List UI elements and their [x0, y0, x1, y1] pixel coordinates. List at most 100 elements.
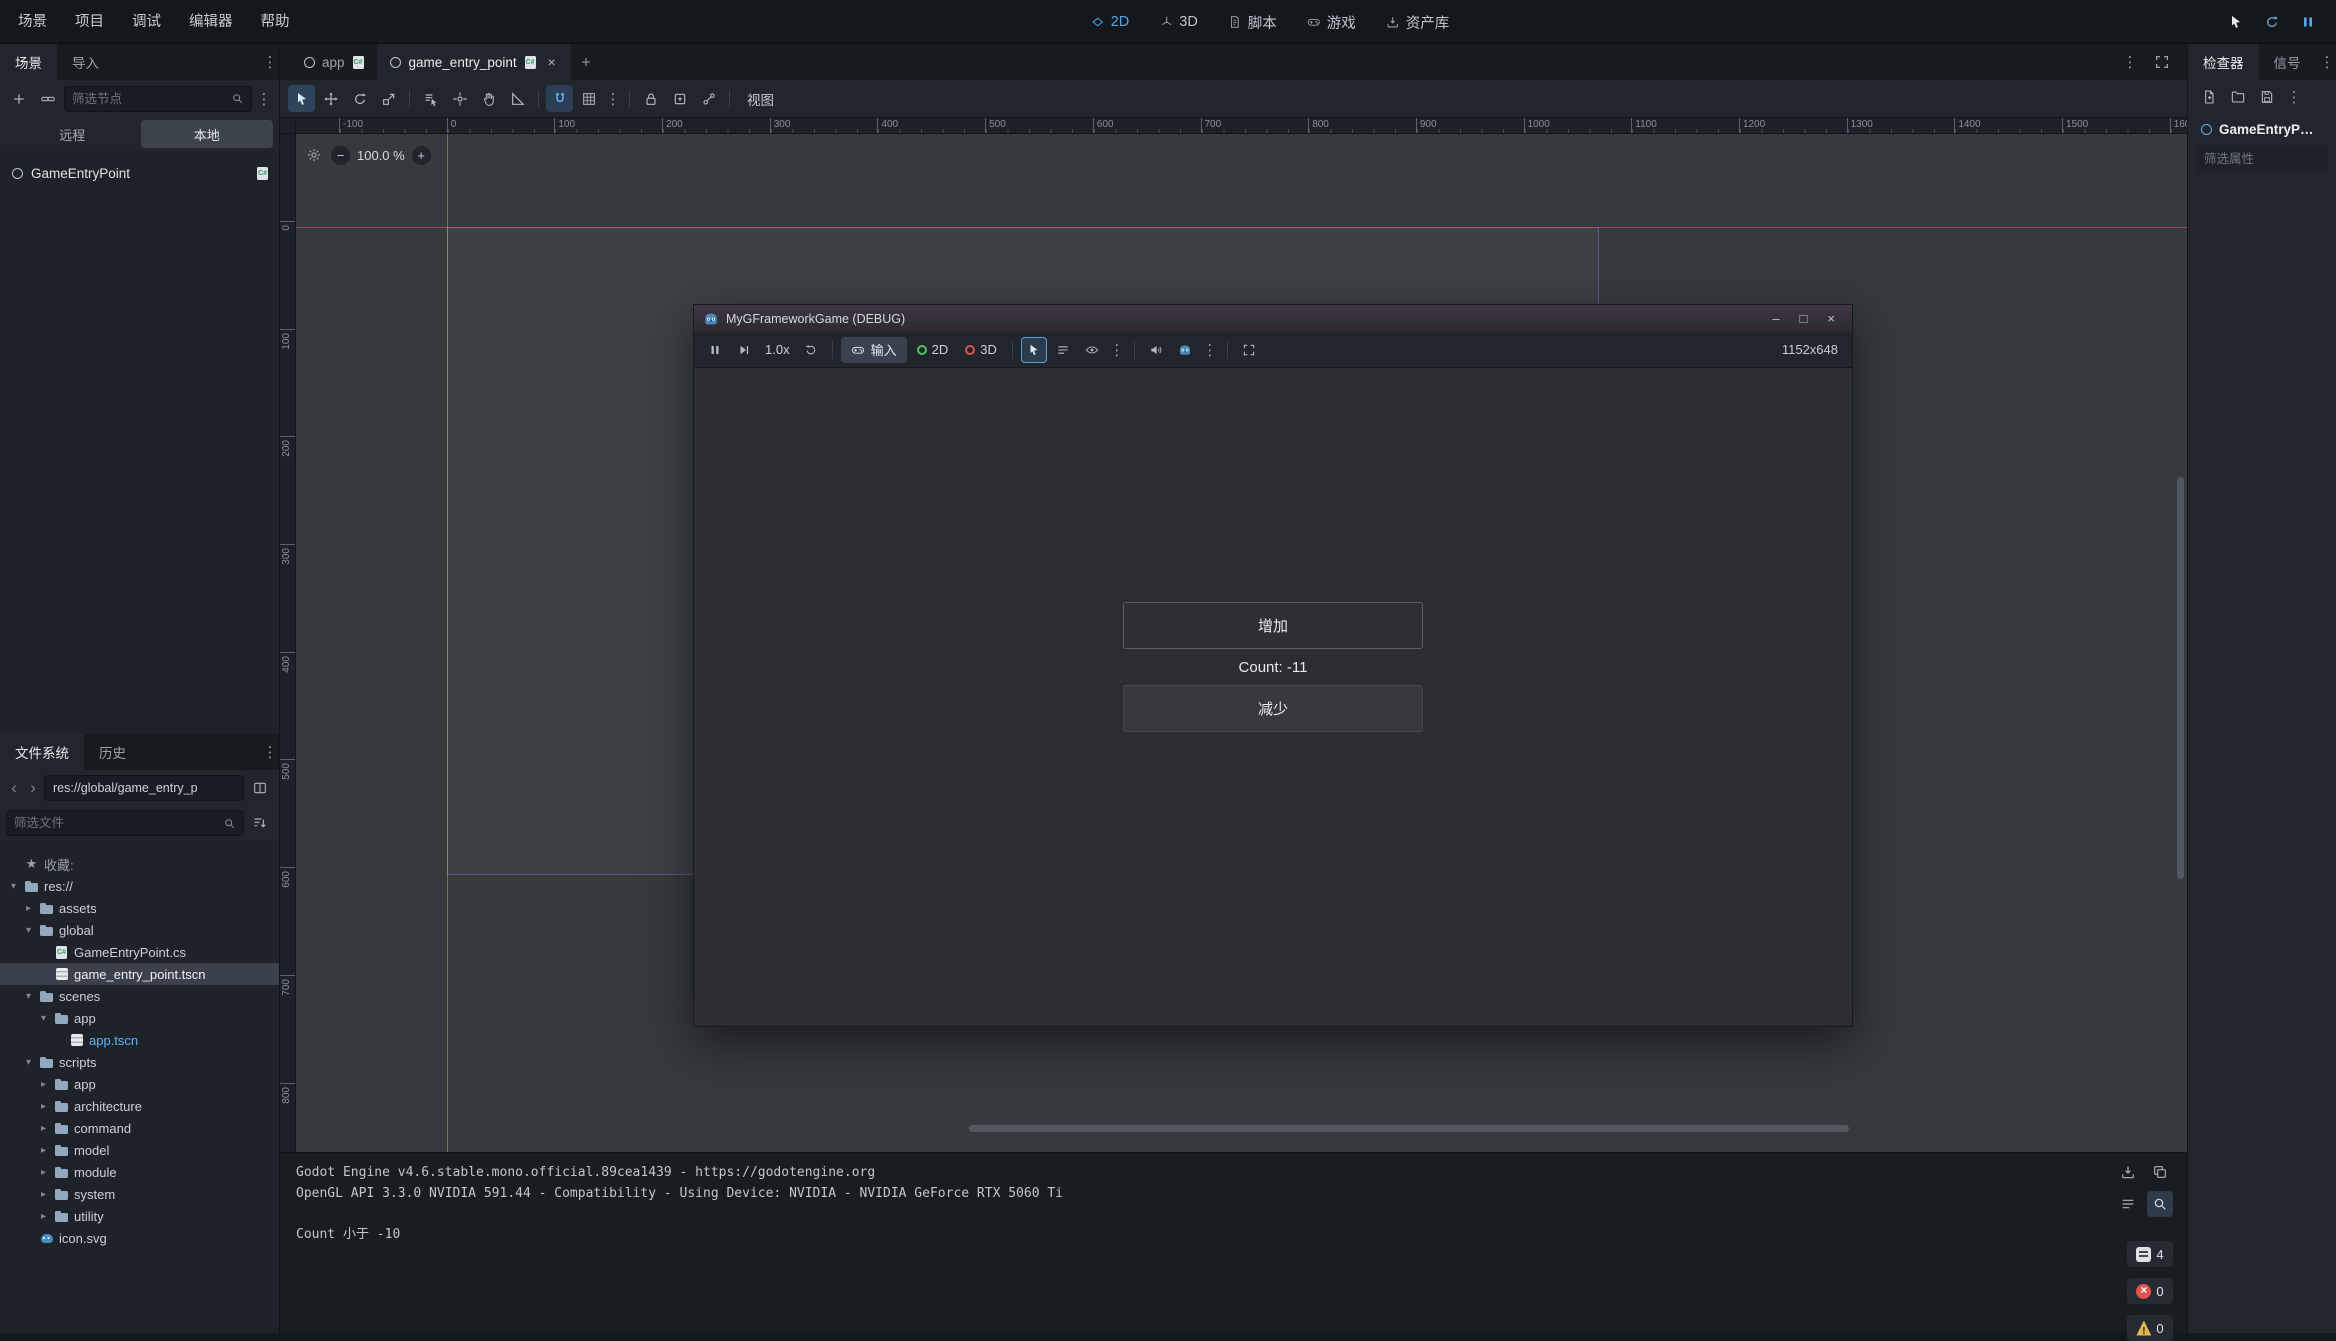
file-tree-row[interactable]: res:// — [0, 875, 279, 897]
dock-tab[interactable]: 检查器 — [2188, 44, 2259, 80]
menu-item[interactable]: 场景 — [4, 0, 61, 44]
expander-icon[interactable] — [23, 1057, 34, 1068]
expander-icon[interactable] — [38, 1123, 49, 1134]
reset-speed-icon[interactable] — [798, 337, 824, 363]
expand-editor-icon[interactable] — [2149, 49, 2175, 75]
file-tree-row[interactable]: command — [0, 1117, 279, 1139]
file-tree-row[interactable]: scripts — [0, 1051, 279, 1073]
scene-tab[interactable]: game_entry_point × — [377, 44, 571, 80]
selection-visible-icon[interactable] — [1079, 337, 1105, 363]
file-tree-row[interactable]: architecture — [0, 1095, 279, 1117]
move-tool-button[interactable] — [317, 85, 344, 112]
resource-options-icon[interactable]: ⋮ — [2285, 88, 2303, 106]
expander-icon[interactable] — [38, 1013, 49, 1024]
canvas-horizontal-scrollbar[interactable] — [969, 1125, 1849, 1132]
expander-icon[interactable] — [38, 1167, 49, 1178]
next-frame-icon[interactable] — [731, 337, 757, 363]
restart-game-button[interactable] — [2260, 10, 2284, 34]
game-window-titlebar[interactable]: MyGFrameworkGame (DEBUG) – □ × — [694, 305, 1852, 332]
pan-tool-button[interactable] — [475, 85, 502, 112]
expander-icon[interactable] — [23, 991, 34, 1002]
instance-scene-icon[interactable] — [35, 86, 61, 112]
expander-icon[interactable] — [38, 1211, 49, 1222]
toggle-split-mode-icon[interactable] — [247, 775, 273, 801]
group-node-button[interactable] — [666, 85, 693, 112]
sort-files-icon[interactable] — [247, 810, 273, 836]
history-forward-icon[interactable]: › — [25, 778, 41, 798]
pause-game-button[interactable] — [2296, 10, 2320, 34]
snap-options-icon[interactable]: ⋮ — [604, 90, 622, 108]
file-tree-row[interactable]: system — [0, 1183, 279, 1205]
history-back-icon[interactable]: ‹ — [6, 778, 22, 798]
skeleton-options-button[interactable] — [695, 85, 722, 112]
file-tree-row[interactable]: app.tscn — [0, 1029, 279, 1051]
file-tree-row[interactable]: 收藏: — [0, 853, 279, 875]
selection-list-icon[interactable] — [1050, 337, 1076, 363]
file-tree-row[interactable]: global — [0, 919, 279, 941]
file-tree-row[interactable]: utility — [0, 1205, 279, 1227]
lock-node-button[interactable] — [637, 85, 664, 112]
grid-snap-button[interactable] — [575, 85, 602, 112]
status-badge[interactable]: 0 — [2127, 1315, 2173, 1341]
dock-tab[interactable]: 导入 — [57, 44, 114, 80]
menu-item[interactable]: 项目 — [61, 0, 118, 44]
inspected-node-header[interactable]: GameEntryPoint — [2188, 114, 2336, 144]
inspector-options-icon[interactable]: ⋮ — [2318, 53, 2336, 71]
screen-2d-button[interactable]: 2D — [1079, 7, 1142, 37]
ruler-tool-button[interactable] — [504, 85, 531, 112]
screen-game-button[interactable]: 游戏 — [1295, 7, 1368, 37]
filter-properties-input[interactable] — [2204, 152, 2320, 166]
file-tree-row[interactable]: game_entry_point.tscn — [0, 963, 279, 985]
selection-options-icon[interactable]: ⋮ — [1108, 341, 1126, 359]
minimize-window-icon[interactable]: – — [1772, 311, 1779, 326]
canvas-vertical-scrollbar[interactable] — [2177, 477, 2184, 879]
screen-assetlib-button[interactable]: 资产库 — [1374, 7, 1462, 37]
load-resource-icon[interactable] — [2227, 86, 2249, 108]
mute-audio-icon[interactable] — [1143, 337, 1169, 363]
file-tree-row[interactable]: module — [0, 1161, 279, 1183]
canvas-options-icon[interactable] — [304, 145, 324, 165]
filesystem-options-icon[interactable]: ⋮ — [261, 743, 279, 761]
input-mode-button[interactable]: 输入 — [841, 337, 907, 363]
dock-tab[interactable]: 场景 — [0, 44, 57, 80]
scene-tab[interactable]: app × — [290, 44, 377, 80]
zoom-in-button[interactable]: + — [412, 146, 431, 165]
smart-snap-button[interactable] — [546, 85, 573, 112]
attached-script-icon[interactable] — [255, 166, 270, 181]
status-badge[interactable]: 0 — [2127, 1278, 2173, 1304]
expander-icon[interactable] — [38, 1145, 49, 1156]
menu-item[interactable]: 帮助 — [247, 0, 304, 44]
close-tab-icon[interactable]: × — [544, 54, 560, 70]
copy-log-icon[interactable] — [2147, 1159, 2173, 1185]
file-tree-row[interactable]: app — [0, 1073, 279, 1095]
screen-3d-button[interactable]: 3D — [1147, 7, 1210, 37]
game-speed-dropdown[interactable]: 1.0x — [760, 342, 795, 357]
expander-icon[interactable] — [38, 1079, 49, 1090]
dock-options-icon[interactable]: ⋮ — [261, 53, 279, 71]
screen-script-button[interactable]: 脚本 — [1216, 7, 1289, 37]
file-tree-row[interactable]: icon.svg — [0, 1227, 279, 1249]
close-window-icon[interactable]: × — [1827, 311, 1835, 326]
scene-tree-options-icon[interactable]: ⋮ — [255, 90, 273, 108]
dock-tab[interactable]: 信号 — [2259, 44, 2316, 80]
game-view[interactable]: 增加 Count: -11 减少 — [694, 368, 1852, 1026]
game-window[interactable]: MyGFrameworkGame (DEBUG) – □ × 1.0x 输入 — [693, 304, 1853, 1027]
file-tree-row[interactable]: app — [0, 1007, 279, 1029]
save-log-icon[interactable] — [2115, 1159, 2141, 1185]
menu-item[interactable]: 编辑器 — [175, 0, 247, 44]
save-resource-icon[interactable] — [2256, 86, 2278, 108]
view-menu-button[interactable]: 视图 — [737, 85, 784, 112]
expander-icon[interactable] — [23, 903, 34, 914]
game-fullscreen-icon[interactable] — [1236, 337, 1262, 363]
zoom-level[interactable]: 100.0 % — [357, 148, 405, 163]
zoom-out-button[interactable]: − — [331, 146, 350, 165]
2d-mode-button[interactable]: 2D — [910, 337, 956, 363]
current-path-input[interactable] — [53, 781, 235, 795]
rotate-tool-button[interactable] — [346, 85, 373, 112]
status-badge[interactable]: 4 — [2127, 1241, 2173, 1267]
new-scene-tab-icon[interactable] — [571, 44, 601, 80]
3d-mode-button[interactable]: 3D — [958, 337, 1004, 363]
dock-tab[interactable]: 文件系统 — [0, 734, 84, 770]
file-tree-row[interactable]: scenes — [0, 985, 279, 1007]
maximize-window-icon[interactable]: □ — [1800, 311, 1808, 326]
